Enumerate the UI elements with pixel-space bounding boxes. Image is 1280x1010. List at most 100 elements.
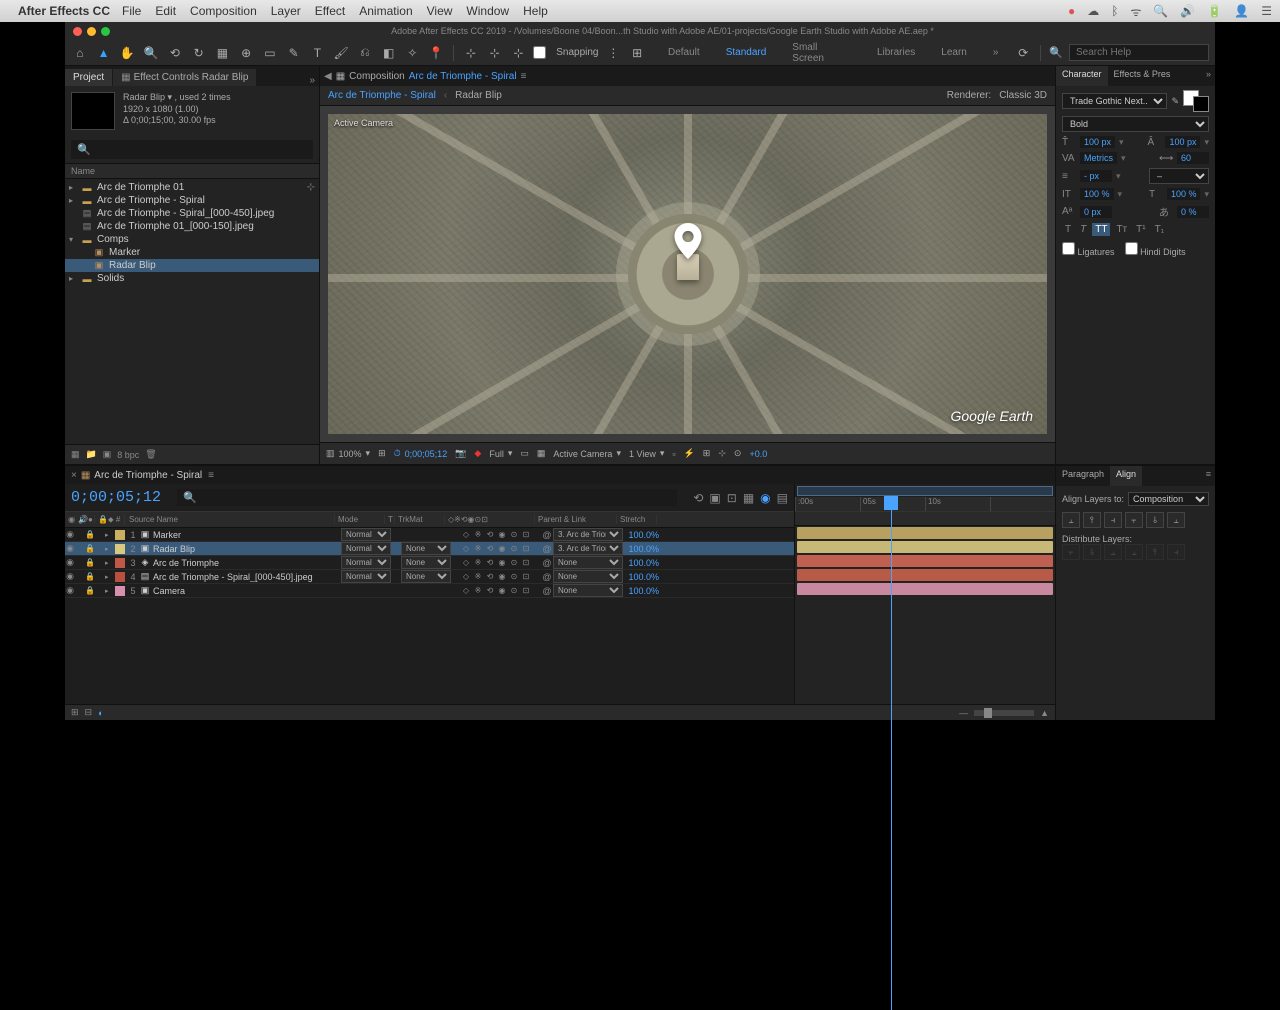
local-axis-icon[interactable]: ⊹ [462,44,480,62]
parent-dropdown[interactable]: 3. Arc de Trior [553,542,623,555]
stretch-value[interactable]: 100.0% [623,558,663,568]
layer-name[interactable]: Arc de Triomphe - Spiral_[000-450].jpeg [151,572,341,582]
world-axis-icon[interactable]: ⊹ [486,44,504,62]
menu-view[interactable]: View [427,4,453,18]
lock-icon[interactable]: 🔒 [85,530,95,539]
work-area-bar[interactable] [797,486,1053,496]
blend-mode-dropdown[interactable]: Normal [341,570,391,583]
app-name[interactable]: After Effects CC [18,4,110,18]
draft3d-icon[interactable]: ▣ [709,491,720,505]
tab-effects-presets[interactable]: Effects & Pres [1108,66,1177,86]
workspace-libraries[interactable]: Libraries [867,47,925,58]
menu-composition[interactable]: Composition [190,4,257,18]
leading-value[interactable]: 100 px [1165,136,1200,148]
align-top-button[interactable]: ⫟ [1125,512,1143,528]
eyedropper-icon[interactable]: ✎ [1171,96,1179,107]
dist-right-button[interactable]: ⫞ [1167,544,1185,560]
home-icon[interactable]: ⌂ [71,44,89,62]
stroke-over-dropdown[interactable]: – [1149,168,1209,184]
dist-top-button[interactable]: ⫟ [1062,544,1080,560]
motion-blur-icon[interactable]: ◉ [760,491,770,505]
blend-mode-dropdown[interactable]: Normal [341,542,391,555]
subscript-button[interactable]: T₁ [1152,223,1167,236]
comp-tab-name[interactable]: Arc de Triomphe - Spiral [409,71,517,82]
clone-tool-icon[interactable]: ⎌ [356,44,374,62]
align-vcenter-button[interactable]: ⫰ [1146,512,1164,528]
tab-character[interactable]: Character [1056,66,1108,86]
text-tool-icon[interactable]: T [309,44,327,62]
label-color[interactable] [115,544,125,554]
workspace-default[interactable]: Default [658,47,710,58]
orbit-tool-icon[interactable]: ⟲ [166,44,184,62]
wifi-icon[interactable]: ᯤ [1130,3,1141,20]
minimize-window-button[interactable] [87,27,96,36]
pickwhip-icon[interactable]: @ [541,572,553,582]
layer-name[interactable]: Arc de Triomphe [151,558,341,568]
layer-bar[interactable] [797,527,1053,539]
rotate-tool-icon[interactable]: ↻ [190,44,208,62]
comp-viewer[interactable]: Active Camera Google Earth [320,106,1055,442]
rect-tool-icon[interactable]: ▭ [261,44,279,62]
tracking-value[interactable]: 60 [1177,152,1209,164]
trkmat-dropdown[interactable]: None [401,570,451,583]
blend-mode-dropdown[interactable]: Normal [341,556,391,569]
pen-tool-icon[interactable]: ✎ [285,44,303,62]
sync-icon[interactable]: ⟳ [1014,44,1032,62]
pickwhip-icon[interactable]: @ [541,530,553,540]
layer-row[interactable]: ◉🔒▸4▤Arc de Triomphe - Spiral_[000-450].… [65,570,794,584]
visibility-icon[interactable]: ◉ [65,571,75,582]
project-tree[interactable]: ▸▬Arc de Triomphe 01⊹ ▸▬Arc de Triomphe … [65,179,319,444]
menu-edit[interactable]: Edit [155,4,176,18]
layer-row[interactable]: ◉🔒▸3◈Arc de TriompheNormalNone◇※⟲◉⊙⊡@Non… [65,556,794,570]
breadcrumb-item[interactable]: Radar Blip [455,90,502,101]
snapshot-icon[interactable]: 📷 [455,448,466,459]
align-right-button[interactable]: ⫞ [1104,512,1122,528]
fast-preview-icon[interactable]: ⚡ [684,448,695,459]
layer-name[interactable]: Marker [151,530,341,540]
view-layout-dropdown[interactable]: 1 View ▾ [629,448,664,459]
layer-bar[interactable] [797,541,1053,553]
visibility-icon[interactable]: ◉ [65,585,75,596]
volume-icon[interactable]: 🔊 [1180,4,1195,18]
zoom-out-icon[interactable]: — [959,708,968,718]
breadcrumb-item[interactable]: Arc de Triomphe - Spiral [328,90,436,101]
allcaps-button[interactable]: TT [1092,223,1110,236]
faux-bold-button[interactable]: T [1062,223,1074,236]
zoom-tool-icon[interactable]: 🔍 [142,44,160,62]
3d-view-dropdown[interactable]: Active Camera ▾ [553,448,621,459]
stretch-value[interactable]: 100.0% [623,530,663,540]
stretch-value[interactable]: 100.0% [623,572,663,582]
trkmat-dropdown[interactable]: None [401,556,451,569]
user-icon[interactable]: 👤 [1234,4,1249,18]
record-icon[interactable]: ● [1068,4,1075,18]
comp-mini-flowchart-icon[interactable]: ⟲ [693,491,703,505]
align-left-button[interactable]: ⫠ [1062,512,1080,528]
layer-bar[interactable] [797,569,1053,581]
tab-project[interactable]: Project [65,69,112,86]
brush-tool-icon[interactable]: 🖌 [332,44,350,62]
font-size-value[interactable]: 100 px [1080,136,1115,148]
renderer-value[interactable]: Classic 3D [999,90,1047,101]
layer-row[interactable]: ◉🔒▸5▣Camera◇※⟲◉⊙⊡@None100.0% [65,584,794,598]
roi-icon[interactable]: ▭ [520,448,529,459]
align-hcenter-button[interactable]: ⫯ [1083,512,1101,528]
lock-icon[interactable]: 🔒 [85,586,95,595]
label-color[interactable] [115,530,125,540]
pickwhip-icon[interactable]: @ [541,586,553,596]
faux-italic-button[interactable]: T [1077,223,1089,236]
vscale-value[interactable]: 100 % [1080,188,1114,200]
layer-name[interactable]: Camera [151,586,341,596]
dist-vcenter-button[interactable]: ⫰ [1083,544,1101,560]
font-style-dropdown[interactable]: Bold [1062,116,1209,132]
snap-edge-icon[interactable]: ⋮ [605,44,623,62]
puppet-tool-icon[interactable]: 📍 [427,44,445,62]
tab-align[interactable]: Align [1110,466,1142,486]
twirl-icon[interactable]: ▸ [105,545,113,553]
timeline-tracks[interactable]: :00s 05s 10s [795,484,1055,704]
hand-tool-icon[interactable]: ✋ [119,44,137,62]
siri-icon[interactable]: ☰ [1261,4,1272,18]
stroke-swatch[interactable] [1193,96,1209,112]
dist-bottom-button[interactable]: ⫠ [1104,544,1122,560]
bpc-toggle[interactable]: 8 bpc [117,450,139,460]
stretch-value[interactable]: 100.0% [623,586,663,596]
